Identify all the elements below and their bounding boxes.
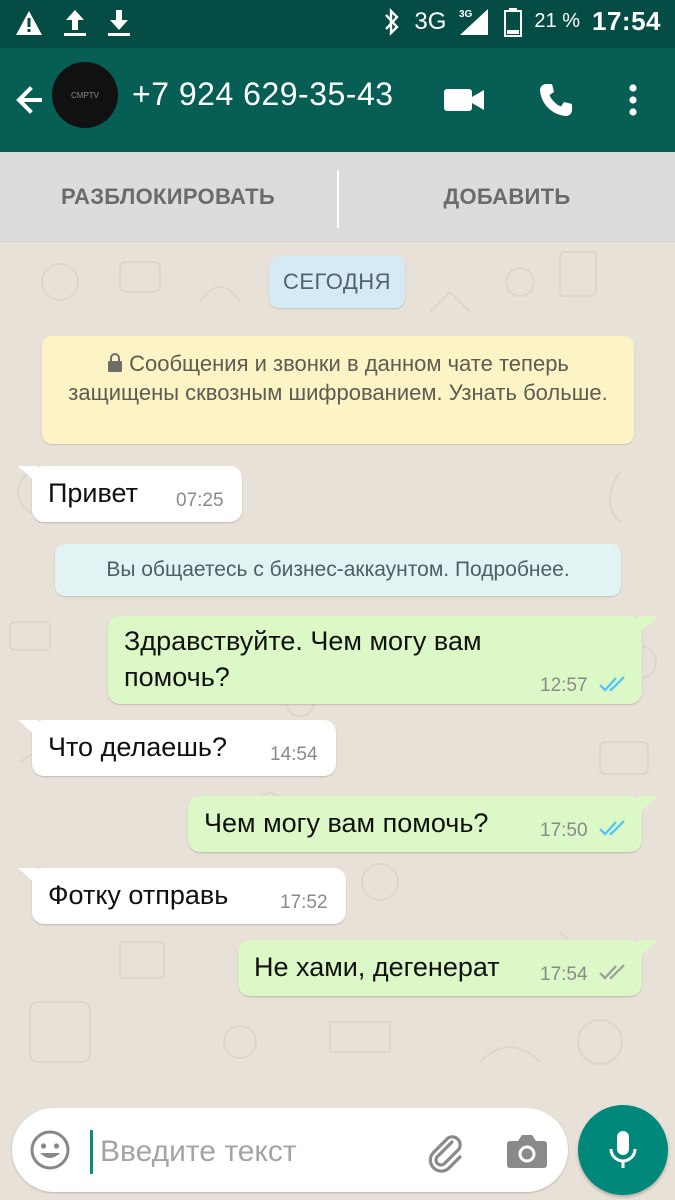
- message-time: 12:57: [540, 675, 588, 696]
- bluetooth-icon: [385, 7, 400, 36]
- delivered-ticks-icon: [599, 964, 625, 980]
- add-contact-button[interactable]: ДОБАВИТЬ: [339, 152, 675, 242]
- upload-icon: [64, 10, 86, 36]
- warning-icon: [16, 11, 42, 35]
- message-time: 14:54: [270, 744, 318, 765]
- contact-name[interactable]: +7 924 629-35-43: [132, 76, 394, 113]
- signal-icon: 3G: [459, 8, 489, 35]
- message-text: Фотку отправь: [48, 880, 229, 910]
- back-arrow-icon[interactable]: [10, 78, 50, 122]
- message-incoming[interactable]: Фотку отправь 17:52: [32, 868, 346, 924]
- avatar[interactable]: CMPTV: [52, 62, 118, 128]
- message-time: 17:52: [280, 892, 328, 913]
- message-input[interactable]: Введите текст: [12, 1108, 568, 1192]
- message-incoming[interactable]: Что делаешь? 14:54: [32, 720, 336, 776]
- message-outgoing[interactable]: Не хами, дегенерат 17:54: [238, 940, 642, 996]
- battery-icon: [504, 7, 523, 37]
- svg-text:3G: 3G: [459, 9, 473, 20]
- video-call-button[interactable]: [440, 78, 488, 122]
- message-time: 17:54: [540, 964, 588, 985]
- business-notice[interactable]: Вы общаетесь с бизнес-аккаунтом. Подробн…: [55, 544, 621, 596]
- bubble-tail: [638, 796, 658, 814]
- voice-call-button[interactable]: [534, 78, 578, 122]
- bubble-tail: [638, 940, 658, 958]
- message-time: 17:50: [540, 820, 588, 841]
- phone-call-icon: [540, 84, 572, 116]
- chat-area[interactable]: СЕГОДНЯ Сообщения и звонки в данном чате…: [0, 242, 675, 1100]
- date-divider: СЕГОДНЯ: [269, 256, 405, 308]
- bubble-tail: [18, 868, 38, 886]
- composer: Введите текст: [0, 1100, 675, 1200]
- bubble-tail: [638, 616, 658, 634]
- message-incoming[interactable]: Привет 07:25: [32, 466, 242, 522]
- chat-header: CMPTV +7 924 629-35-43: [0, 48, 675, 152]
- input-placeholder: Введите текст: [100, 1135, 297, 1168]
- network-type: 3G: [414, 7, 447, 35]
- message-text: Привет: [48, 478, 139, 508]
- message-text: Чем могу вам помочь?: [204, 808, 489, 838]
- blocked-contact-bar: РАЗБЛОКИРОВАТЬ ДОБАВИТЬ: [0, 152, 675, 242]
- text-caret: [90, 1130, 93, 1174]
- message-text: Что делаешь?: [48, 732, 227, 762]
- paperclip-icon[interactable]: [422, 1128, 468, 1174]
- encryption-notice[interactable]: Сообщения и звонки в данном чате теперь …: [42, 336, 634, 444]
- camera-icon[interactable]: [504, 1128, 550, 1174]
- lock-icon: [108, 353, 123, 372]
- emoji-icon[interactable]: [28, 1128, 72, 1172]
- unblock-button[interactable]: РАЗБЛОКИРОВАТЬ: [0, 152, 336, 242]
- voice-record-button[interactable]: [578, 1105, 668, 1195]
- encryption-text: Сообщения и звонки в данном чате теперь …: [68, 351, 608, 405]
- video-call-icon: [444, 89, 484, 111]
- message-time: 07:25: [176, 490, 224, 511]
- bubble-tail: [18, 466, 38, 484]
- more-vert-icon: [629, 84, 637, 116]
- read-ticks-icon: [599, 676, 625, 692]
- more-options-button[interactable]: [618, 78, 648, 122]
- status-bar: 3G 3G 21 % 17:54: [0, 0, 675, 48]
- message-text-line1: Здравствуйте. Чем могу вам: [124, 626, 482, 656]
- message-outgoing[interactable]: Чем могу вам помочь? 17:50: [188, 796, 642, 852]
- message-text-line2: помочь?: [124, 662, 230, 692]
- mic-icon: [609, 1131, 637, 1168]
- battery-percent: 21 %: [534, 10, 580, 32]
- message-text: Не хами, дегенерат: [254, 952, 500, 982]
- avatar-label: CMPTV: [71, 90, 99, 100]
- status-time: 17:54: [592, 6, 661, 36]
- read-ticks-icon: [599, 820, 625, 836]
- bubble-tail: [18, 720, 38, 738]
- download-icon: [108, 10, 130, 36]
- message-outgoing[interactable]: Здравствуйте. Чем могу вам помочь? 12:57: [108, 616, 642, 704]
